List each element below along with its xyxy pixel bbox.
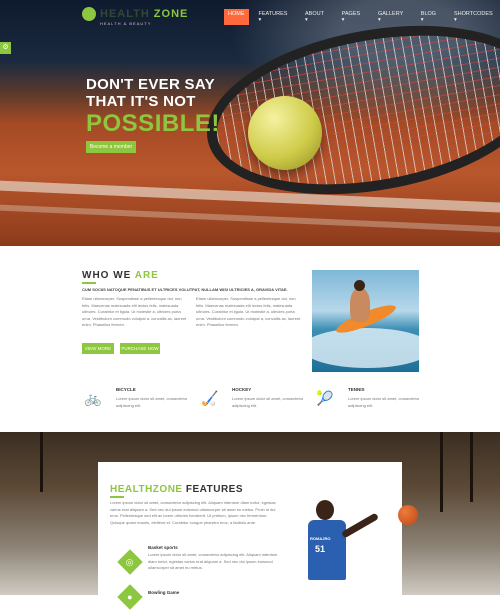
bicycle-icon: 🚲 [84,390,102,406]
logo-icon [82,7,96,21]
jersey-name: ROMAJRO [310,536,331,541]
who-title-b: ARE [134,270,159,281]
top-nav: HEALTH ZONE HEALTH & BEAUTY HOME FEATURES… [0,0,500,28]
who-subtitle: CUM SOCIIS NATOQUE PENATIBUS ET ULTRICES… [82,287,288,292]
sport-name-tennis: TENNIS [348,387,365,392]
become-member-button[interactable]: Become a member [86,141,136,153]
surfer-photo [312,270,419,372]
basketball-player-image: ROMAJRO 51 [290,496,400,595]
wave-shape [312,328,419,368]
hero-headline: POSSIBLE! [86,110,220,137]
feature-item-title: Basket sports [148,545,178,550]
purchase-now-button[interactable]: PURCHASE NOW [120,343,160,354]
jersey-number: 51 [315,544,326,554]
logo-text-b: ZONE [153,8,189,20]
sport-desc-tennis: Lorem ipsum dolor sit amet, consectetur … [348,396,420,408]
feature-item-desc: Lorem ipsum dolor sit amet, consectetur … [148,552,278,570]
logo[interactable]: HEALTH ZONE [82,7,188,21]
logo-text-a: HEALTH [100,8,150,20]
tree-shape [440,432,443,512]
title-underline [110,496,124,498]
sport-desc-hockey: Lorem ipsum dolor sit amet, consectetur … [232,396,304,408]
sport-desc-bicycle: Lorem ipsum dolor sit amet, consectetur … [116,396,188,408]
sport-name-hockey: HOCKEY [232,387,252,392]
hero-line-1: DON'T EVER SAY [86,76,215,93]
player-jersey-shape [308,520,346,580]
tennis-ball-image [248,96,322,170]
menu-item-1[interactable]: FEATURES ▾ [255,9,295,25]
who-column-1: Etiam ullamcorper. Suspendisse a pellent… [82,296,187,327]
tennis-icon: 🎾 [316,390,334,406]
sport-name-bicycle: BICYCLE [116,387,136,392]
menu-item-4[interactable]: GALLERY ▾ [374,9,411,25]
who-column-2: Etiam ullamcorper. Suspendisse a pellent… [196,296,301,327]
view-more-button[interactable]: VIEW MORE [82,343,114,354]
tree-shape [470,432,473,502]
tree-shape [40,432,43,492]
menu-item-3[interactable]: PAGES ▾ [338,9,368,25]
feature-item-title: Bowling Game [148,590,180,595]
hero-line-2: THAT IT'S NOT [86,93,196,110]
surfer-head-shape [354,280,365,291]
who-title: WHO WE ARE [82,270,159,281]
player-arm-shape [340,512,380,539]
menu-item-0[interactable]: HOME [224,9,249,25]
hero-section: HEALTH ZONE HEALTH & BEAUTY HOME FEATURES… [0,0,500,246]
surfer-shape [350,288,370,322]
settings-tab-icon[interactable]: ⚙ [0,42,11,54]
menu-item-2[interactable]: ABOUT ▾ [301,9,332,25]
title-underline [82,282,96,284]
hockey-icon: 🏑 [201,390,219,406]
basketball-shape [398,505,418,525]
features-title-a: HEALTHZONE [110,484,183,495]
menu-item-5[interactable]: BLOG ▾ [417,9,444,25]
logo-tagline: HEALTH & BEAUTY [100,21,152,26]
player-head-shape [316,500,334,520]
who-title-a: WHO WE [82,270,135,281]
features-intro: Lorem ipsum dolor sit amet, consectetur … [110,500,276,525]
main-menu: HOME FEATURES ▾ ABOUT ▾ PAGES ▾ GALLERY ▾ BLO… [224,9,500,25]
tennis-racket-image [193,1,500,219]
features-title-b: FEATURES [182,484,244,495]
menu-item-6[interactable]: SHORTCODES ▾ [450,9,500,25]
features-title: HEALTHZONE FEATURES [110,484,243,495]
